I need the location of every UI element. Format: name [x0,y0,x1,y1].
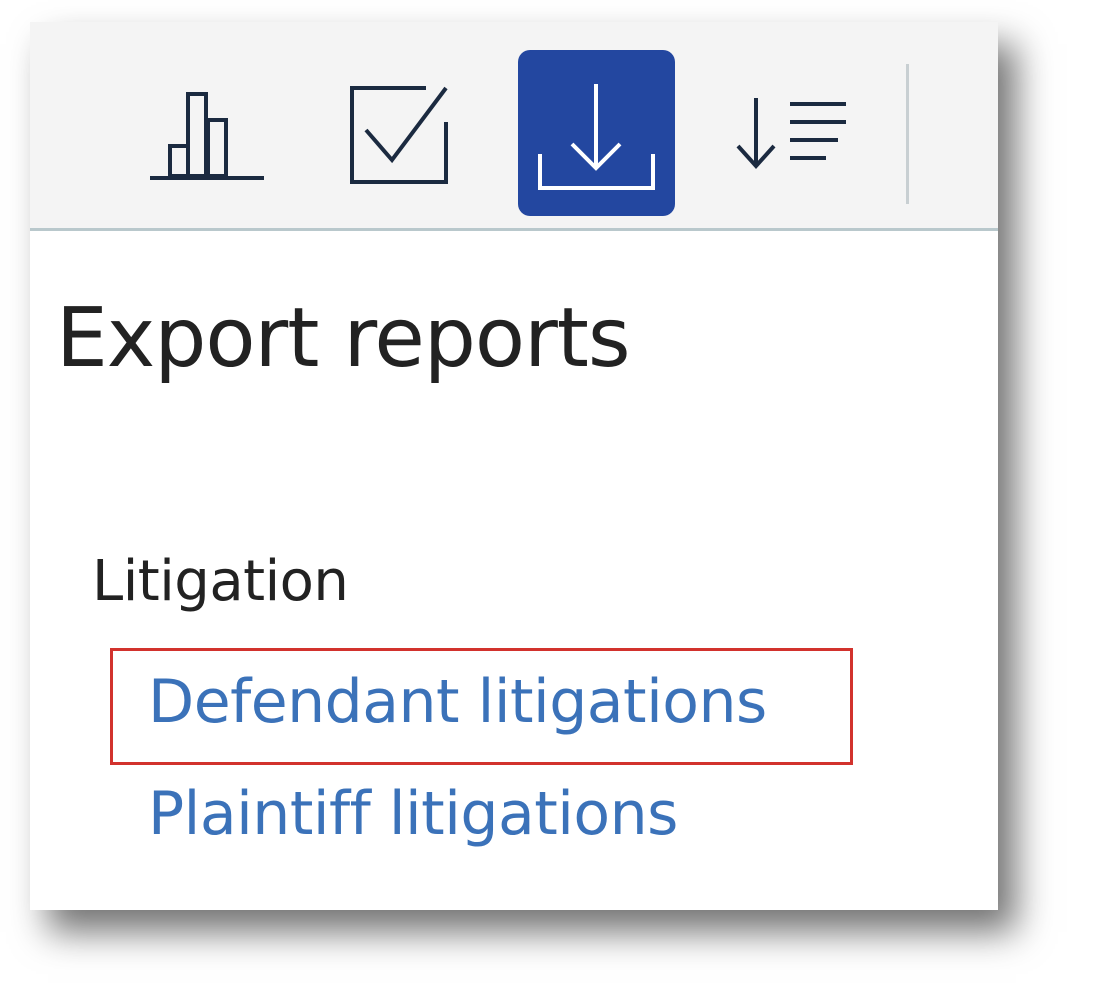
export-button[interactable] [518,50,675,216]
sort-button[interactable] [726,86,856,176]
toolbar [30,22,998,231]
export-content: Export reports Litigation Defendant liti… [30,231,998,910]
defendant-litigations-link[interactable]: Defendant litigations [148,667,767,737]
checkbox-icon [350,86,448,184]
checklist-button[interactable] [342,78,452,188]
bar-chart-icon [150,92,264,180]
sort-descending-icon [736,98,846,169]
plaintiff-litigations-link[interactable]: Plaintiff litigations [148,779,678,849]
page-title: Export reports [56,291,631,386]
toolbar-divider [906,64,909,204]
section-heading-litigation: Litigation [92,549,349,614]
export-reports-panel: Export reports Litigation Defendant liti… [30,22,998,910]
chart-button[interactable] [142,80,272,190]
download-icon [538,84,655,190]
